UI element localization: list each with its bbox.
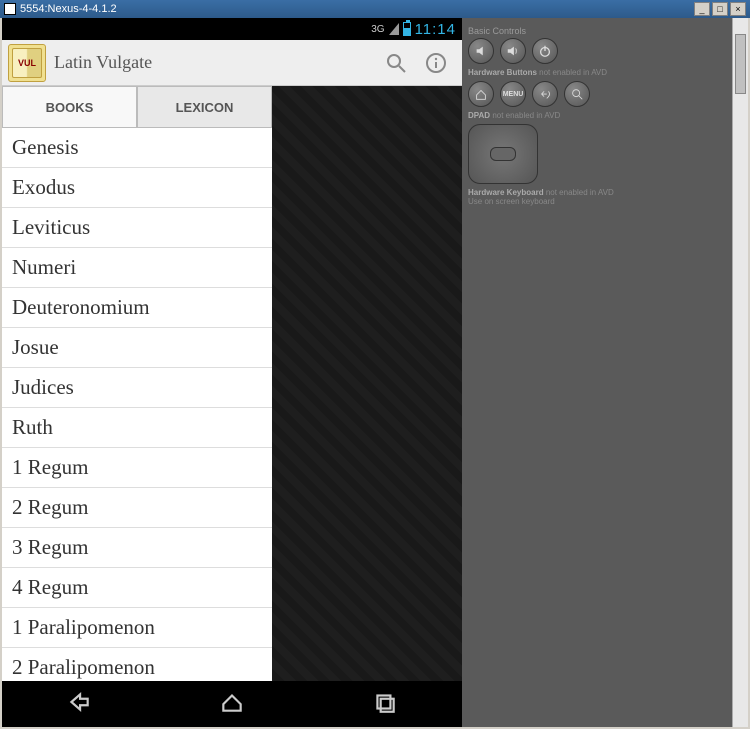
navigation-drawer: BOOKS LEXICON Genesis Exodus Leviticus N… bbox=[2, 86, 272, 681]
emu-menu-button[interactable]: MENU bbox=[500, 81, 526, 107]
home-icon bbox=[219, 689, 245, 715]
info-button[interactable] bbox=[416, 43, 456, 83]
app-icon[interactable]: VUL bbox=[8, 44, 46, 82]
hw-buttons-row: MENU bbox=[468, 81, 742, 107]
tab-books[interactable]: BOOKS bbox=[2, 86, 137, 128]
recent-apps-icon bbox=[372, 689, 398, 715]
android-nav-bar bbox=[2, 681, 462, 727]
dpad-label: DPAD bbox=[468, 111, 490, 120]
home-icon bbox=[474, 87, 488, 101]
emulator-panel: Basic Controls Hardware Buttons not enab… bbox=[462, 18, 748, 727]
window-title: 5554:Nexus-4-4.1.2 bbox=[20, 3, 694, 15]
dpad-status: not enabled in AVD bbox=[492, 111, 560, 120]
emu-search-button[interactable] bbox=[564, 81, 590, 107]
basic-controls-row bbox=[468, 38, 742, 64]
dpad-note: DPAD not enabled in AVD bbox=[468, 111, 742, 120]
list-item[interactable]: 3 Regum bbox=[2, 528, 272, 568]
list-item[interactable]: 1 Paralipomenon bbox=[2, 608, 272, 648]
list-item[interactable]: 2 Regum bbox=[2, 488, 272, 528]
list-item[interactable]: Ruth bbox=[2, 408, 272, 448]
list-item[interactable]: Exodus bbox=[2, 168, 272, 208]
hw-buttons-note: Hardware Buttons not enabled in AVD bbox=[468, 68, 742, 77]
search-icon bbox=[570, 87, 584, 101]
list-item[interactable]: 1 Regum bbox=[2, 448, 272, 488]
window-minimize-button[interactable]: _ bbox=[694, 2, 710, 16]
list-item[interactable]: Judices bbox=[2, 368, 272, 408]
search-icon bbox=[384, 51, 408, 75]
emu-home-button[interactable] bbox=[468, 81, 494, 107]
app-action-bar: VUL Latin Vulgate bbox=[2, 40, 462, 86]
hw-keyboard-note: Hardware Keyboard not enabled in AVDUse … bbox=[468, 188, 742, 206]
window-titlebar: 5554:Nexus-4-4.1.2 _ □ × bbox=[0, 0, 750, 18]
back-arrow-icon bbox=[538, 87, 552, 101]
info-icon bbox=[424, 51, 448, 75]
scrollbar-thumb[interactable] bbox=[735, 34, 746, 94]
basic-controls-label: Basic Controls bbox=[468, 26, 742, 36]
network-type-label: 3G bbox=[371, 24, 384, 35]
hw-keyboard-label: Hardware Keyboard bbox=[468, 188, 544, 197]
list-item[interactable]: Deuteronomium bbox=[2, 288, 272, 328]
volume-up-icon bbox=[506, 44, 520, 58]
clock-label: 11:14 bbox=[415, 21, 456, 38]
emu-power-button[interactable] bbox=[532, 38, 558, 64]
nav-recent-button[interactable] bbox=[372, 689, 398, 720]
list-item[interactable]: Leviticus bbox=[2, 208, 272, 248]
device-screen: 3G 11:14 VUL Latin Vulgate BOOKS LEXICON bbox=[2, 18, 462, 727]
window-buttons: _ □ × bbox=[694, 2, 746, 16]
list-item[interactable]: Genesis bbox=[2, 128, 272, 168]
hw-keyboard-sub: Use on screen keyboard bbox=[468, 197, 555, 206]
nav-home-button[interactable] bbox=[219, 689, 245, 720]
list-item[interactable]: 2 Paralipomenon bbox=[2, 648, 272, 681]
signal-icon bbox=[389, 23, 399, 35]
book-list[interactable]: Genesis Exodus Leviticus Numeri Deuteron… bbox=[2, 128, 272, 681]
nav-back-button[interactable] bbox=[66, 689, 92, 720]
emu-volume-down-button[interactable] bbox=[468, 38, 494, 64]
list-item[interactable]: Josue bbox=[2, 328, 272, 368]
emu-back-button[interactable] bbox=[532, 81, 558, 107]
battery-icon bbox=[403, 22, 411, 36]
window-maximize-button[interactable]: □ bbox=[712, 2, 728, 16]
back-icon bbox=[66, 689, 92, 715]
window-close-button[interactable]: × bbox=[730, 2, 746, 16]
list-item[interactable]: 4 Regum bbox=[2, 568, 272, 608]
android-status-bar: 3G 11:14 bbox=[2, 18, 462, 40]
tab-lexicon[interactable]: LEXICON bbox=[137, 86, 272, 128]
content-area: BOOKS LEXICON Genesis Exodus Leviticus N… bbox=[2, 86, 462, 681]
app-icon-text: VUL bbox=[18, 58, 36, 68]
list-item[interactable]: Numeri bbox=[2, 248, 272, 288]
app-title: Latin Vulgate bbox=[54, 52, 376, 73]
hw-keyboard-status: not enabled in AVD bbox=[546, 188, 614, 197]
emu-dpad[interactable] bbox=[468, 124, 538, 184]
window-body: 3G 11:14 VUL Latin Vulgate BOOKS LEXICON bbox=[0, 18, 750, 729]
search-button[interactable] bbox=[376, 43, 416, 83]
emu-volume-up-button[interactable] bbox=[500, 38, 526, 64]
tab-row: BOOKS LEXICON bbox=[2, 86, 272, 128]
window-scrollbar[interactable] bbox=[732, 18, 748, 727]
hw-buttons-label: Hardware Buttons bbox=[468, 68, 537, 77]
power-icon bbox=[538, 44, 552, 58]
volume-down-icon bbox=[474, 44, 488, 58]
window-app-icon bbox=[4, 3, 16, 15]
hw-buttons-status: not enabled in AVD bbox=[539, 68, 607, 77]
